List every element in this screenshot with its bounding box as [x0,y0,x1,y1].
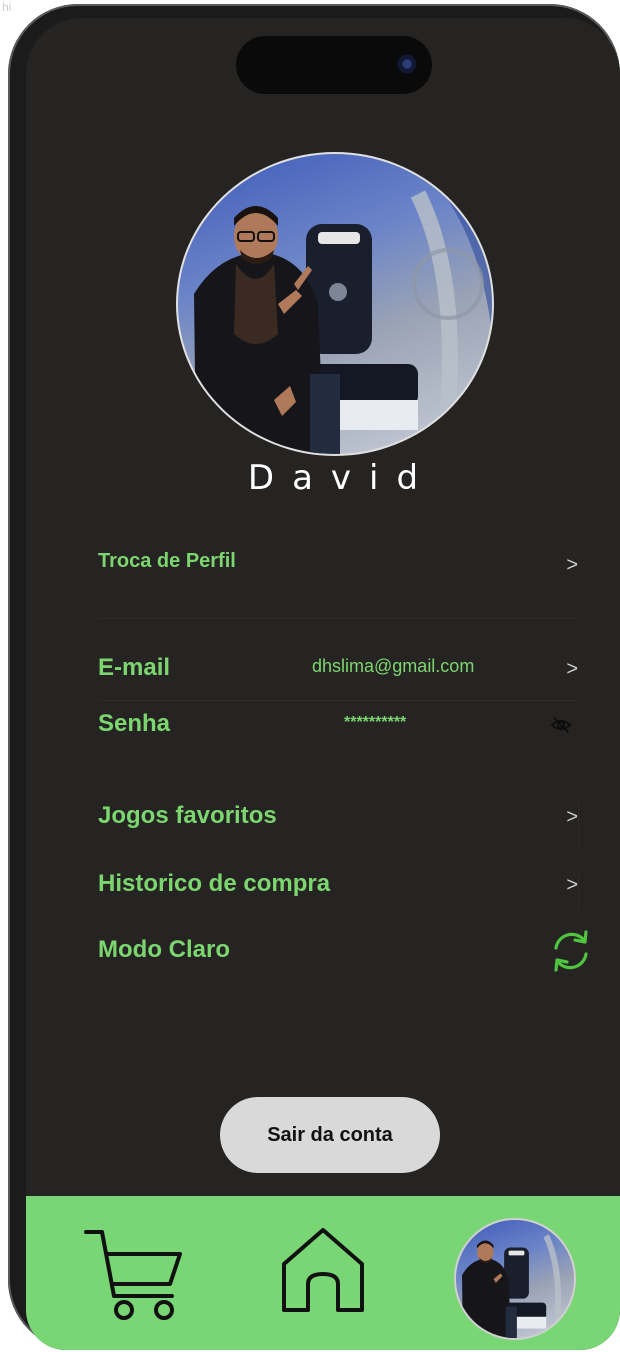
chevron-right-icon: > [566,806,578,828]
profile-avatar[interactable] [176,152,494,456]
password-value: ********** [344,714,407,731]
password-label: Senha [98,710,171,737]
avatar-photo [194,154,492,454]
favorite-games-row[interactable]: Jogos favoritos > [98,802,579,848]
profile-switch-row[interactable]: Troca de Perfil > [98,548,578,619]
eye-off-icon[interactable] [550,714,572,736]
password-row: Senha ********** [98,710,578,750]
logout-button[interactable]: Sair da conta [220,1097,440,1173]
light-mode-label: Modo Claro [98,936,230,963]
avatar-photo [462,1234,562,1338]
chevron-right-icon: > [566,658,578,680]
profile-screen: David Troca de Perfil > E-mail dhslima@g… [26,18,620,1350]
purchase-history-row[interactable]: Historico de compra > [98,870,579,910]
profile-switch-label: Troca de Perfil [98,550,236,572]
corner-label: hi [2,0,12,14]
chevron-right-icon: > [566,554,578,576]
purchase-history-label: Historico de compra [98,870,331,897]
email-value: dhslima@gmail.com [312,656,475,676]
email-label: E-mail [98,654,171,681]
chevron-right-icon: > [566,874,578,896]
cart-icon[interactable] [82,1226,186,1322]
email-row[interactable]: E-mail dhslima@gmail.com > [98,654,578,701]
profile-name: David [247,458,437,498]
avatar[interactable] [454,1218,576,1340]
dynamic-island [236,36,432,94]
bottom-nav [26,1196,620,1350]
refresh-icon[interactable] [546,926,596,976]
camera-icon [396,53,418,75]
light-mode-row: Modo Claro [98,930,588,984]
home-icon[interactable] [280,1226,366,1314]
favorite-games-label: Jogos favoritos [98,802,277,829]
